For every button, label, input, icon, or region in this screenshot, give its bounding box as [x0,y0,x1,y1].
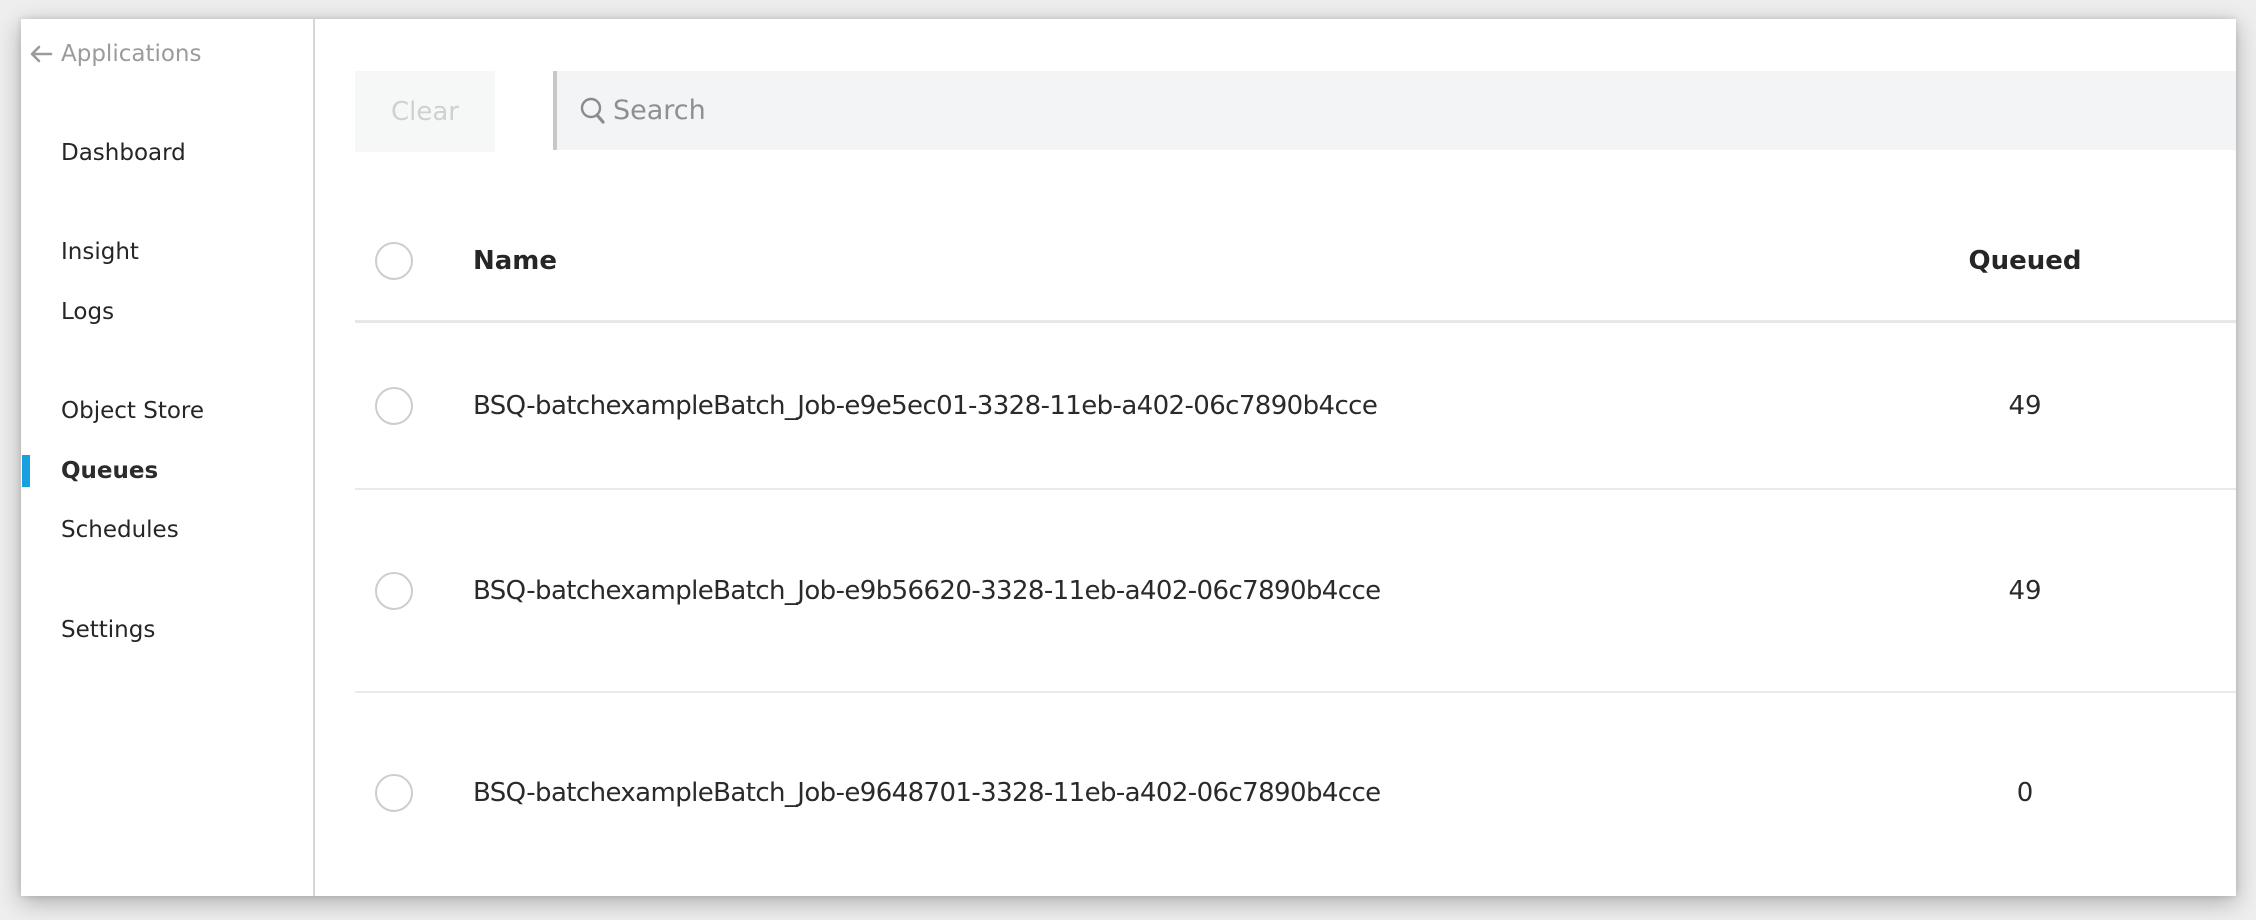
row-checkbox[interactable] [375,571,413,610]
table-row[interactable]: BSQ-batchexampleBatch_Job-e9e5ec01-3328-… [355,323,2236,490]
back-to-applications-link[interactable]: Applications [29,37,202,71]
queued-count: 0 [2016,778,2034,808]
select-all-checkbox[interactable] [375,242,413,280]
queues-table: Name Queued BSQ-batchexampleBatch_Job-e9… [355,202,2236,893]
app-window: Applications Dashboard Insight Logs Obje… [21,19,2236,896]
sidebar-item-queues[interactable]: Queues [61,454,158,488]
queue-name[interactable]: BSQ-batchexampleBatch_Job-e9b56620-3328-… [473,576,1381,606]
clear-button[interactable]: Clear [355,71,495,152]
search-bar[interactable] [553,71,2236,150]
column-header-name[interactable]: Name [473,246,557,276]
search-input[interactable] [613,80,2113,141]
arrow-left-icon [30,45,53,63]
queue-name[interactable]: BSQ-batchexampleBatch_Job-e9648701-3328-… [473,778,1381,808]
queued-count: 49 [2008,390,2042,421]
sidebar-item-insight[interactable]: Insight [61,235,139,269]
sidebar-item-schedules[interactable]: Schedules [61,513,179,547]
row-checkbox[interactable] [375,774,413,812]
active-indicator [22,455,30,487]
sidebar-item-settings[interactable]: Settings [61,613,155,647]
table-header: Name Queued [355,202,2236,323]
queued-count: 49 [2008,575,2042,606]
row-checkbox[interactable] [375,386,413,425]
back-link-label: Applications [61,41,202,67]
sidebar-item-dashboard[interactable]: Dashboard [61,136,186,170]
queue-name[interactable]: BSQ-batchexampleBatch_Job-e9e5ec01-3328-… [473,391,1378,421]
sidebar-item-logs[interactable]: Logs [61,295,114,329]
table-row[interactable]: BSQ-batchexampleBatch_Job-e9b56620-3328-… [355,490,2236,693]
sidebar: Applications Dashboard Insight Logs Obje… [21,19,315,896]
sidebar-item-object-store[interactable]: Object Store [61,394,204,428]
column-header-queued[interactable]: Queued [1945,246,2105,276]
table-row[interactable]: BSQ-batchexampleBatch_Job-e9648701-3328-… [355,693,2236,893]
search-icon [580,97,605,124]
